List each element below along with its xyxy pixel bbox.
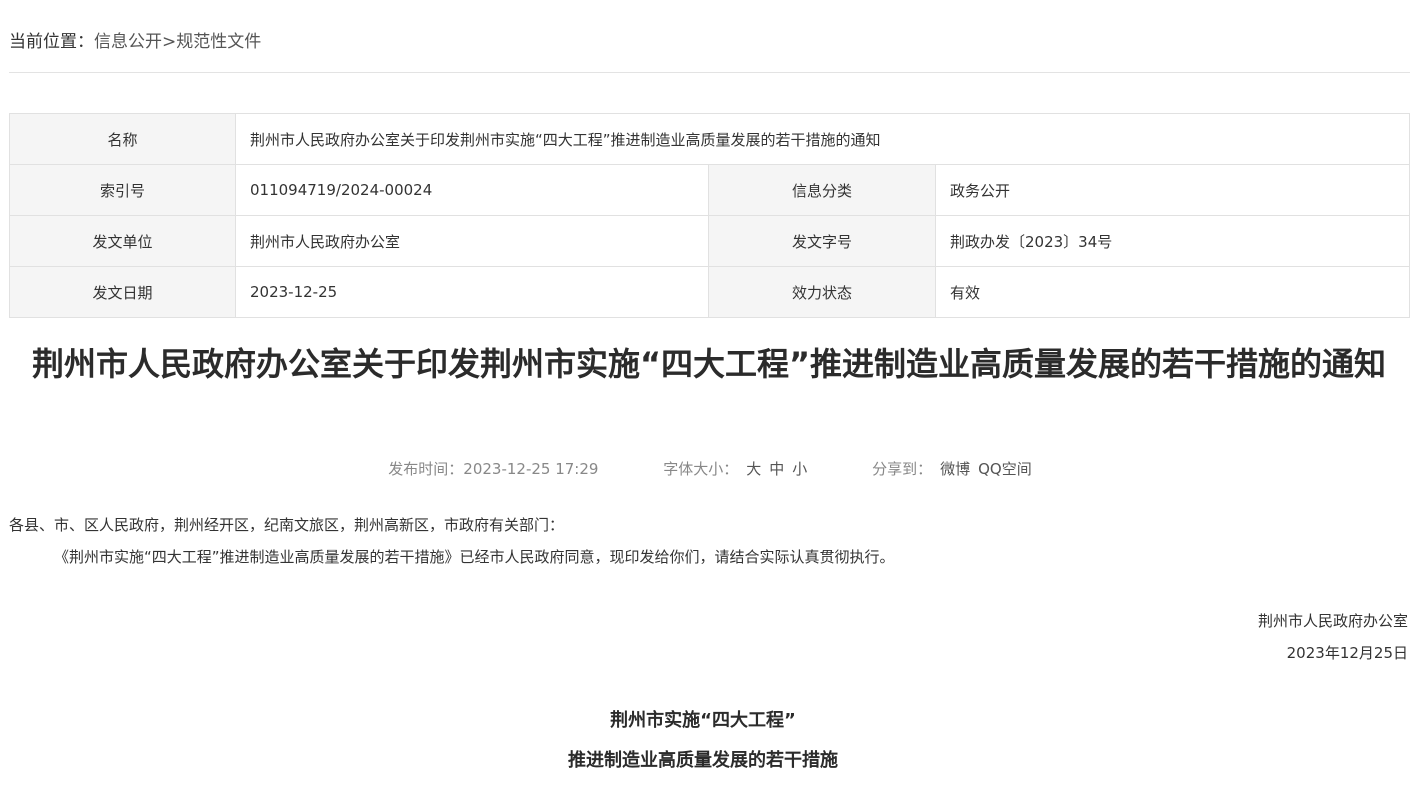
publish-time-value: 2023-12-25 17:29 — [463, 460, 599, 478]
breadcrumb-label: 当前位置： — [9, 32, 94, 52]
meta-name-label: 名称 — [9, 113, 236, 165]
meta-status-value: 有效 — [934, 266, 1411, 318]
font-size-group: 字体大小： 大中小 — [663, 458, 807, 480]
share-group: 分享到： 微博 QQ空间 — [872, 458, 1032, 480]
article-info-bar: 发布时间：2023-12-25 17:29 字体大小： 大中小 分享到： 微博 QQ空… — [0, 458, 1420, 480]
attachment-title-line-1: 荆州市实施“四大工程” — [610, 710, 796, 731]
meta-issuer-label: 发文单位 — [9, 215, 236, 267]
share-weibo-link[interactable]: 微博 — [940, 460, 970, 478]
breadcrumb: 当前位置：信息公开>规范性文件 — [9, 30, 1410, 73]
meta-date-value: 2023-12-25 — [235, 266, 709, 318]
meta-name-value: 荆州市人民政府办公室关于印发荆州市实施“四大工程”推进制造业高质量发展的若干措施… — [234, 113, 1411, 165]
meta-row-name: 名称 荆州市人民政府办公室关于印发荆州市实施“四大工程”推进制造业高质量发展的若… — [9, 113, 1411, 165]
breadcrumb-link-info-public[interactable]: 信息公开 — [94, 32, 162, 52]
meta-row-date: 发文日期 2023-12-25 效力状态 有效 — [9, 266, 1411, 318]
breadcrumb-separator: > — [162, 32, 177, 52]
document-title: 荆州市人民政府办公室关于印发荆州市实施“四大工程”推进制造业高质量发展的若干措施… — [31, 345, 1387, 383]
meta-category-value: 政务公开 — [934, 164, 1411, 216]
meta-row-issuer: 发文单位 荆州市人民政府办公室 发文字号 荆政办发〔2023〕34号 — [9, 215, 1411, 267]
meta-row-index: 索引号 011094719/2024-00024 信息分类 政务公开 — [9, 164, 1411, 216]
meta-index-value: 011094719/2024-00024 — [235, 164, 709, 216]
meta-category-label: 信息分类 — [708, 164, 936, 216]
publish-time-group: 发布时间：2023-12-25 17:29 — [388, 458, 598, 480]
meta-issuer-value: 荆州市人民政府办公室 — [235, 215, 709, 267]
breadcrumb-link-normative-docs[interactable]: 规范性文件 — [176, 32, 261, 52]
attachment-title-line-2: 推进制造业高质量发展的若干措施 — [568, 750, 838, 771]
font-size-medium-button[interactable]: 中 — [769, 460, 784, 478]
font-size-small-button[interactable]: 小 — [792, 460, 807, 478]
meta-doc-no-value: 荆政办发〔2023〕34号 — [934, 215, 1411, 267]
meta-date-label: 发文日期 — [9, 266, 236, 318]
font-size-large-button[interactable]: 大 — [746, 460, 761, 478]
meta-status-label: 效力状态 — [708, 266, 936, 318]
font-size-label: 字体大小： — [663, 460, 739, 478]
document-meta-table: 名称 荆州市人民政府办公室关于印发荆州市实施“四大工程”推进制造业高质量发展的若… — [9, 113, 1411, 318]
signature-organization: 荆州市人民政府办公室 — [1257, 612, 1408, 630]
body-paragraph: 《荆州市实施“四大工程”推进制造业高质量发展的若干措施》已经市人民政府同意，现印… — [54, 548, 895, 566]
meta-doc-no-label: 发文字号 — [708, 215, 936, 267]
share-qzone-link[interactable]: QQ空间 — [978, 460, 1032, 478]
salutation: 各县、市、区人民政府，荆州经开区，纪南文旅区，荆州高新区，市政府有关部门： — [9, 516, 565, 534]
publish-time-label: 发布时间： — [388, 460, 464, 478]
meta-index-label: 索引号 — [9, 164, 236, 216]
signature-date: 2023年12月25日 — [1286, 644, 1408, 662]
share-label: 分享到： — [872, 460, 933, 478]
